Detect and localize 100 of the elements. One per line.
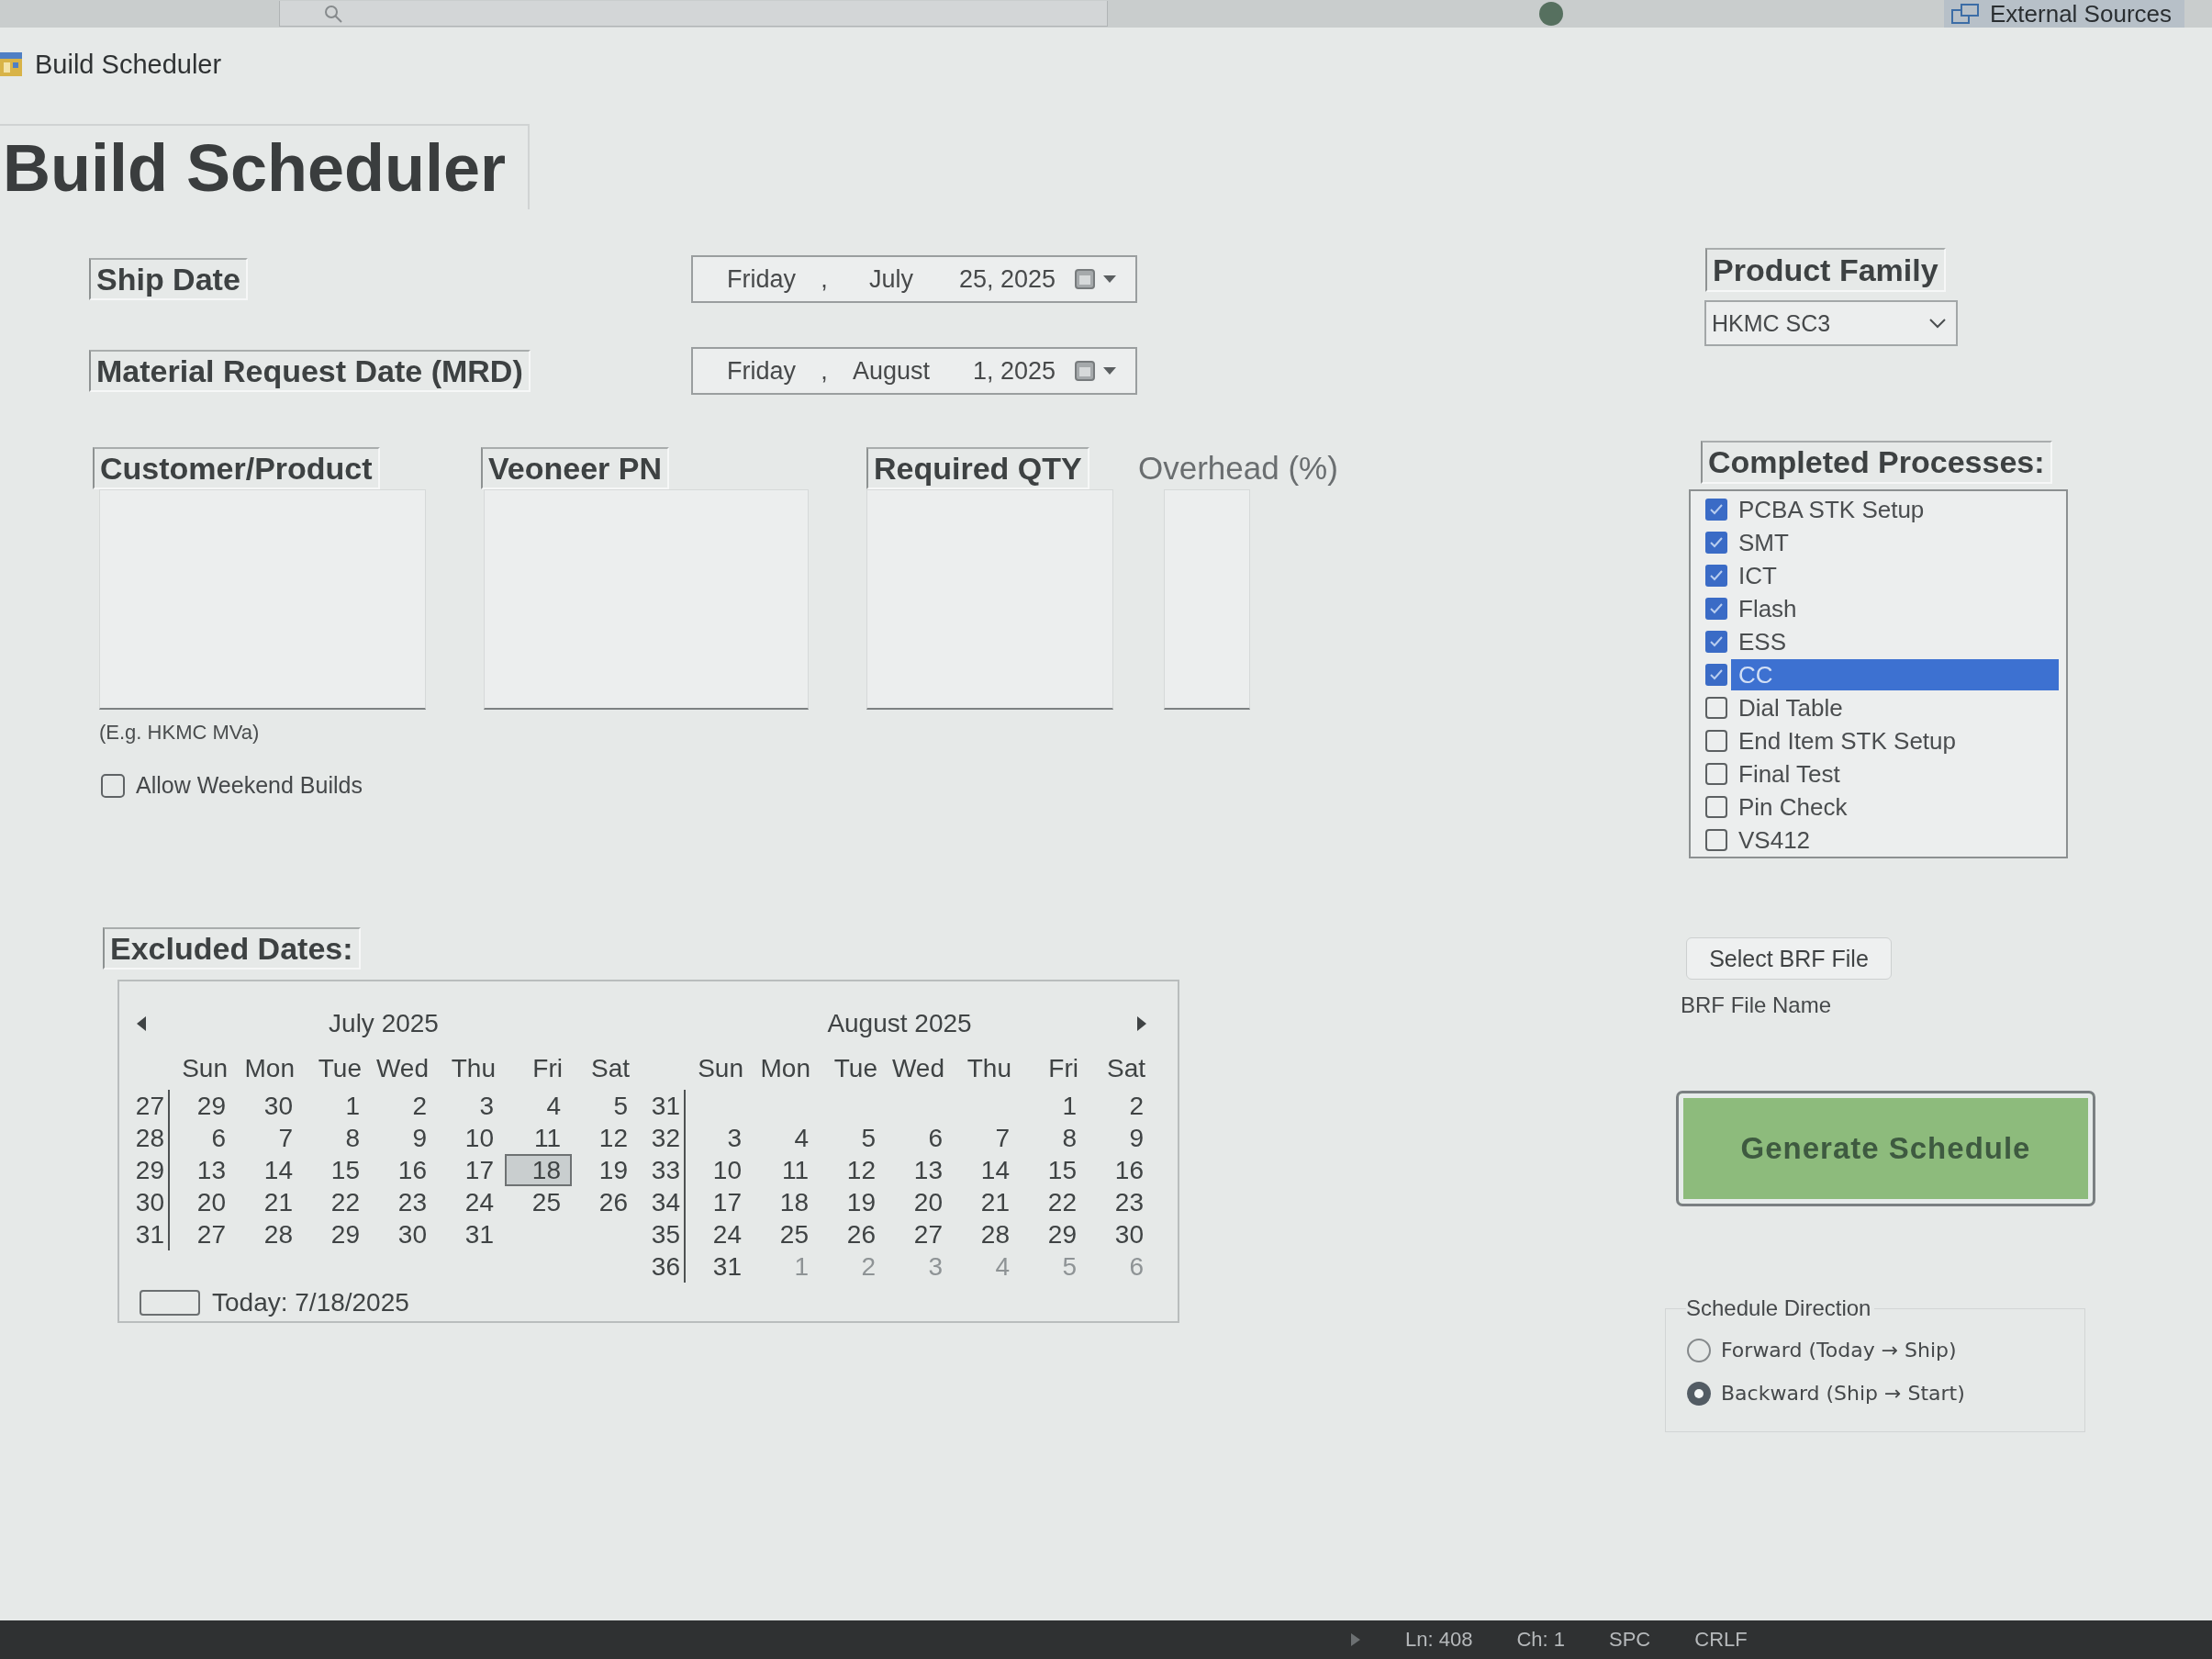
calendar-day[interactable]: 29 — [304, 1218, 371, 1250]
external-sources-tab[interactable]: External Sources — [1944, 0, 2184, 28]
calendar-day[interactable]: 3 — [686, 1122, 753, 1154]
checkbox[interactable] — [1705, 730, 1727, 752]
list-item[interactable]: ESS — [1731, 626, 2059, 657]
calendar-day[interactable]: 24 — [438, 1186, 505, 1218]
calendar-day[interactable]: 30 — [371, 1218, 438, 1250]
checkbox-label[interactable]: Allow Weekend Builds — [136, 772, 363, 799]
calendar-day[interactable]: 1 — [304, 1090, 371, 1122]
calendar-day[interactable]: 13 — [887, 1154, 954, 1186]
calendar-day[interactable]: 29 — [1021, 1218, 1088, 1250]
calendar-day[interactable]: 2 — [371, 1090, 438, 1122]
calendar-day[interactable]: 4 — [753, 1122, 820, 1154]
checkbox[interactable] — [1705, 763, 1727, 785]
calendar-day[interactable]: 26 — [820, 1218, 887, 1250]
list-item[interactable]: Pin Check — [1731, 791, 2059, 823]
calendar-day[interactable]: 31 — [686, 1250, 753, 1283]
calendar-day[interactable]: 25 — [753, 1218, 820, 1250]
calendar-day[interactable]: 31 — [438, 1218, 505, 1250]
calendar-day[interactable]: 14 — [237, 1154, 304, 1186]
calendar-day[interactable]: 6 — [887, 1122, 954, 1154]
calendar-day[interactable]: 20 — [887, 1186, 954, 1218]
radio-label[interactable]: Forward (Today → Ship) — [1721, 1339, 1957, 1362]
calendar-day[interactable]: 10 — [438, 1122, 505, 1154]
calendar-day[interactable]: 1 — [1021, 1090, 1088, 1122]
calendar-day[interactable]: 15 — [304, 1154, 371, 1186]
calendar-day[interactable]: 25 — [505, 1186, 572, 1218]
text-field[interactable] — [1164, 489, 1250, 710]
calendar-day[interactable]: 11 — [505, 1122, 572, 1154]
list-item[interactable]: ICT — [1731, 560, 2059, 591]
calendar-day[interactable]: 27 — [887, 1218, 954, 1250]
calendar-day[interactable]: 16 — [1088, 1154, 1155, 1186]
triangle-right-icon[interactable] — [1350, 1632, 1361, 1647]
calendar-day[interactable]: 22 — [1021, 1186, 1088, 1218]
calendar-day[interactable]: 17 — [438, 1154, 505, 1186]
calendar-day[interactable]: 21 — [237, 1186, 304, 1218]
calendar-day[interactable]: 15 — [1021, 1154, 1088, 1186]
calendar-day[interactable]: 26 — [572, 1186, 639, 1218]
calendar-day[interactable]: 28 — [237, 1218, 304, 1250]
calendar-day[interactable]: 23 — [371, 1186, 438, 1218]
checkbox[interactable] — [1705, 631, 1727, 653]
calendar-day[interactable]: 21 — [954, 1186, 1021, 1218]
calendar-day[interactable]: 9 — [371, 1122, 438, 1154]
calendar-day[interactable]: 10 — [686, 1154, 753, 1186]
checkbox[interactable] — [1705, 499, 1727, 521]
list-item[interactable]: Flash — [1731, 593, 2059, 624]
calendar-day[interactable]: 7 — [237, 1122, 304, 1154]
checkbox[interactable] — [1705, 565, 1727, 587]
list-item[interactable]: VS412 — [1731, 824, 2059, 856]
calendar-day[interactable]: 18 — [505, 1154, 572, 1186]
avatar-icon[interactable] — [1539, 2, 1563, 26]
calendar-day[interactable]: 14 — [954, 1154, 1021, 1186]
text-field[interactable] — [484, 489, 809, 710]
left-arrow-icon[interactable] — [136, 1015, 147, 1032]
calendar-day[interactable]: 4 — [505, 1090, 572, 1122]
checkbox[interactable] — [1705, 796, 1727, 818]
checkbox[interactable] — [101, 773, 125, 798]
date-picker[interactable]: Friday , August 1, 2025 — [691, 347, 1137, 395]
calendar-day[interactable]: 16 — [371, 1154, 438, 1186]
calendar-day[interactable]: 20 — [170, 1186, 237, 1218]
search-field[interactable] — [279, 1, 1108, 27]
radio-button[interactable] — [1686, 1337, 1712, 1363]
calendar-day[interactable]: 8 — [304, 1122, 371, 1154]
radio-label[interactable]: Backward (Ship → Start) — [1721, 1382, 1965, 1405]
calendar-day[interactable]: 19 — [572, 1154, 639, 1186]
text-field[interactable] — [866, 489, 1113, 710]
calendar-day[interactable]: 5 — [820, 1122, 887, 1154]
calendar-day[interactable]: 3 — [438, 1090, 505, 1122]
date-picker[interactable]: Friday , July 25, 2025 — [691, 255, 1137, 303]
list-item[interactable]: CC — [1731, 659, 2059, 690]
radio-button[interactable] — [1686, 1380, 1712, 1407]
calendar-day[interactable]: 2 — [1088, 1090, 1155, 1122]
select-file-button[interactable]: Select BRF File — [1686, 937, 1892, 980]
list-item[interactable]: Dial Table — [1731, 692, 2059, 723]
calendar-day[interactable]: 11 — [753, 1154, 820, 1186]
calendar-day[interactable]: 30 — [237, 1090, 304, 1122]
calendar-day[interactable]: 6 — [170, 1122, 237, 1154]
checkbox[interactable] — [1705, 697, 1727, 719]
calendar-day[interactable]: 23 — [1088, 1186, 1155, 1218]
right-arrow-icon[interactable] — [1136, 1015, 1147, 1032]
calendar-day[interactable]: 12 — [572, 1122, 639, 1154]
calendar-day[interactable]: 9 — [1088, 1122, 1155, 1154]
calendar-day[interactable]: 29 — [170, 1090, 237, 1122]
calendar-day[interactable]: 27 — [170, 1218, 237, 1250]
calendar-day[interactable]: 28 — [954, 1218, 1021, 1250]
list-item[interactable]: SMT — [1731, 527, 2059, 558]
list-item[interactable]: Final Test — [1731, 758, 2059, 790]
calendar-day[interactable]: 30 — [1088, 1218, 1155, 1250]
checkbox[interactable] — [1705, 598, 1727, 620]
calendar-day[interactable]: 12 — [820, 1154, 887, 1186]
calendar-day[interactable]: 22 — [304, 1186, 371, 1218]
today-label[interactable]: Today: 7/18/2025 — [212, 1288, 409, 1317]
list-item[interactable]: End Item STK Setup — [1731, 725, 2059, 757]
calendar-day[interactable]: 17 — [686, 1186, 753, 1218]
dropdown[interactable]: HKMC SC3 — [1704, 300, 1958, 346]
calendar-day[interactable]: 24 — [686, 1218, 753, 1250]
list-item[interactable]: PCBA STK Setup — [1731, 494, 2059, 525]
checkbox[interactable] — [1705, 664, 1727, 686]
calendar-day[interactable]: 18 — [753, 1186, 820, 1218]
calendar-day[interactable]: 7 — [954, 1122, 1021, 1154]
